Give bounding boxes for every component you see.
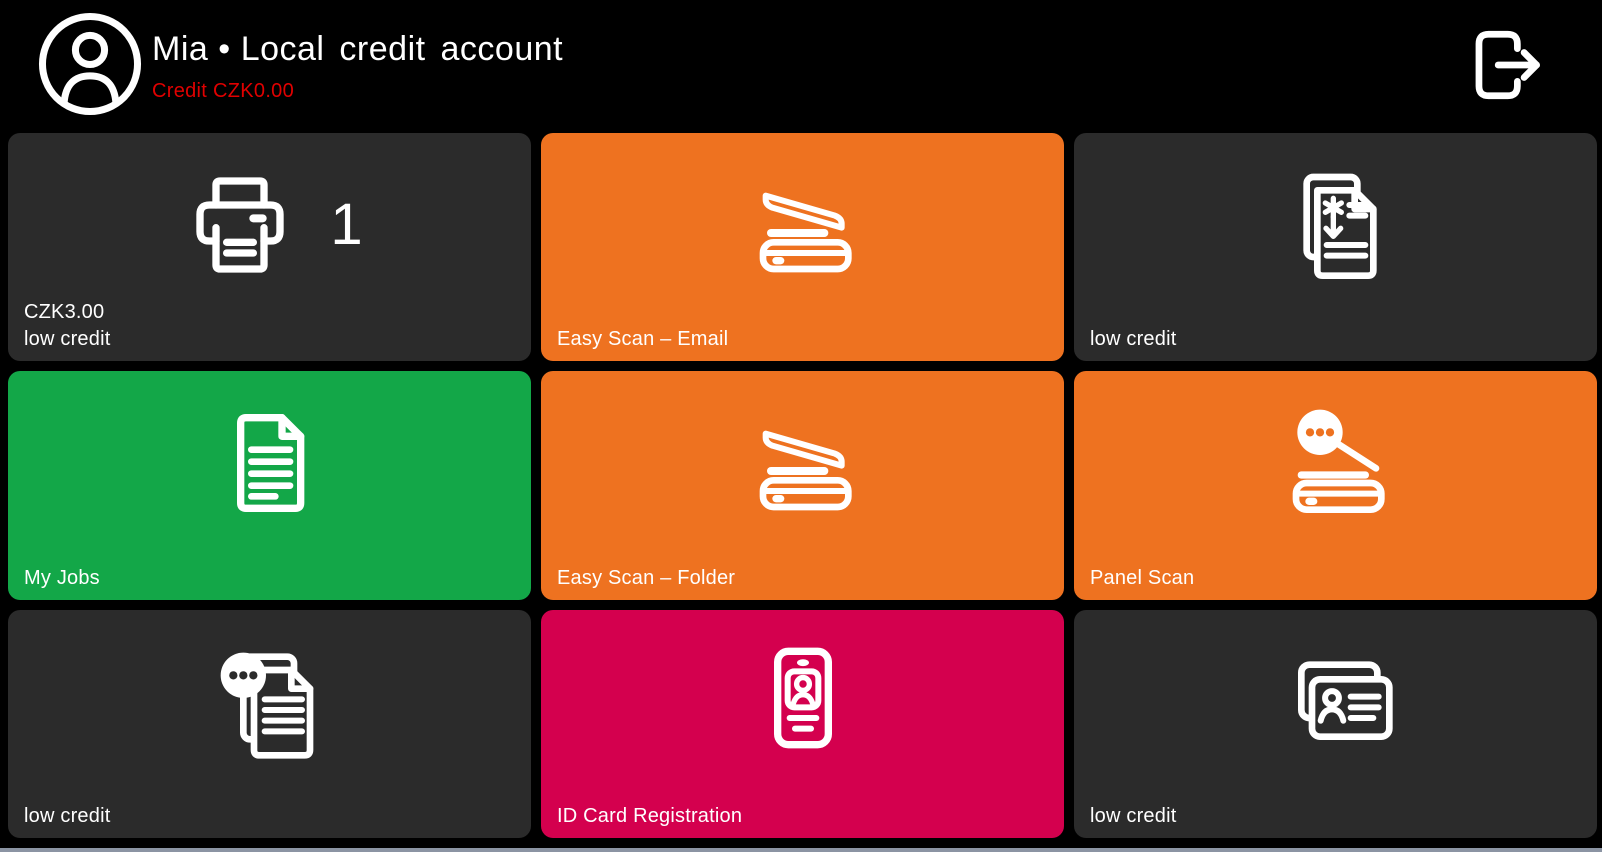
user-name: Mia [152,30,208,68]
tile-id-card-registration[interactable]: ID Card Registration [541,610,1064,838]
title-separator: • [218,30,230,68]
printer-icon [176,161,304,289]
tile-panel-scan[interactable]: Panel Scan [1074,371,1597,599]
tile-status: low credit [1090,803,1176,830]
scanner-icon [739,161,867,289]
bottom-edge-bar [0,848,1602,852]
logout-button[interactable] [1454,16,1550,114]
tile-print[interactable]: 1 CZK3.00 low credit [8,133,531,361]
header: Mia • Local credit account Credit CZK0.00 [0,0,1602,133]
tile-id-card-copy[interactable]: low credit [1074,610,1597,838]
tile-price: CZK3.00 [24,299,110,326]
tile-easy-scan-folder[interactable]: Easy Scan – Folder [541,371,1064,599]
tile-title: Panel Scan [1090,565,1194,592]
credit-balance: Credit CZK0.00 [152,80,294,103]
page-title: Mia • Local credit account [152,30,563,69]
tile-status: low credit [1090,326,1176,353]
tile-copy[interactable]: low credit [8,610,531,838]
account-type: Local credit account [241,30,563,68]
user-avatar-icon [36,10,144,118]
tile-my-jobs[interactable]: My Jobs [8,371,531,599]
tile-title: ID Card Registration [557,803,742,830]
id-badge-icon [739,638,867,766]
tile-title: My Jobs [24,565,100,592]
tile-status: low credit [24,326,110,353]
tile-print-all[interactable]: low credit [1074,133,1597,361]
scanner-icon [739,399,867,527]
print-all-documents-icon [1272,161,1400,289]
tile-easy-scan-email[interactable]: Easy Scan – Email [541,133,1064,361]
tile-title: Easy Scan – Folder [557,565,735,592]
tile-status: low credit [24,803,110,830]
id-cards-icon [1272,638,1400,766]
action-tile-grid: 1 CZK3.00 low credit Easy Scan – Email [8,133,1597,838]
pending-jobs-count: 1 [330,196,362,254]
documents-chat-icon [206,638,334,766]
document-icon [206,399,334,527]
tile-title: Easy Scan – Email [557,326,728,353]
scanner-chat-icon [1272,399,1400,527]
